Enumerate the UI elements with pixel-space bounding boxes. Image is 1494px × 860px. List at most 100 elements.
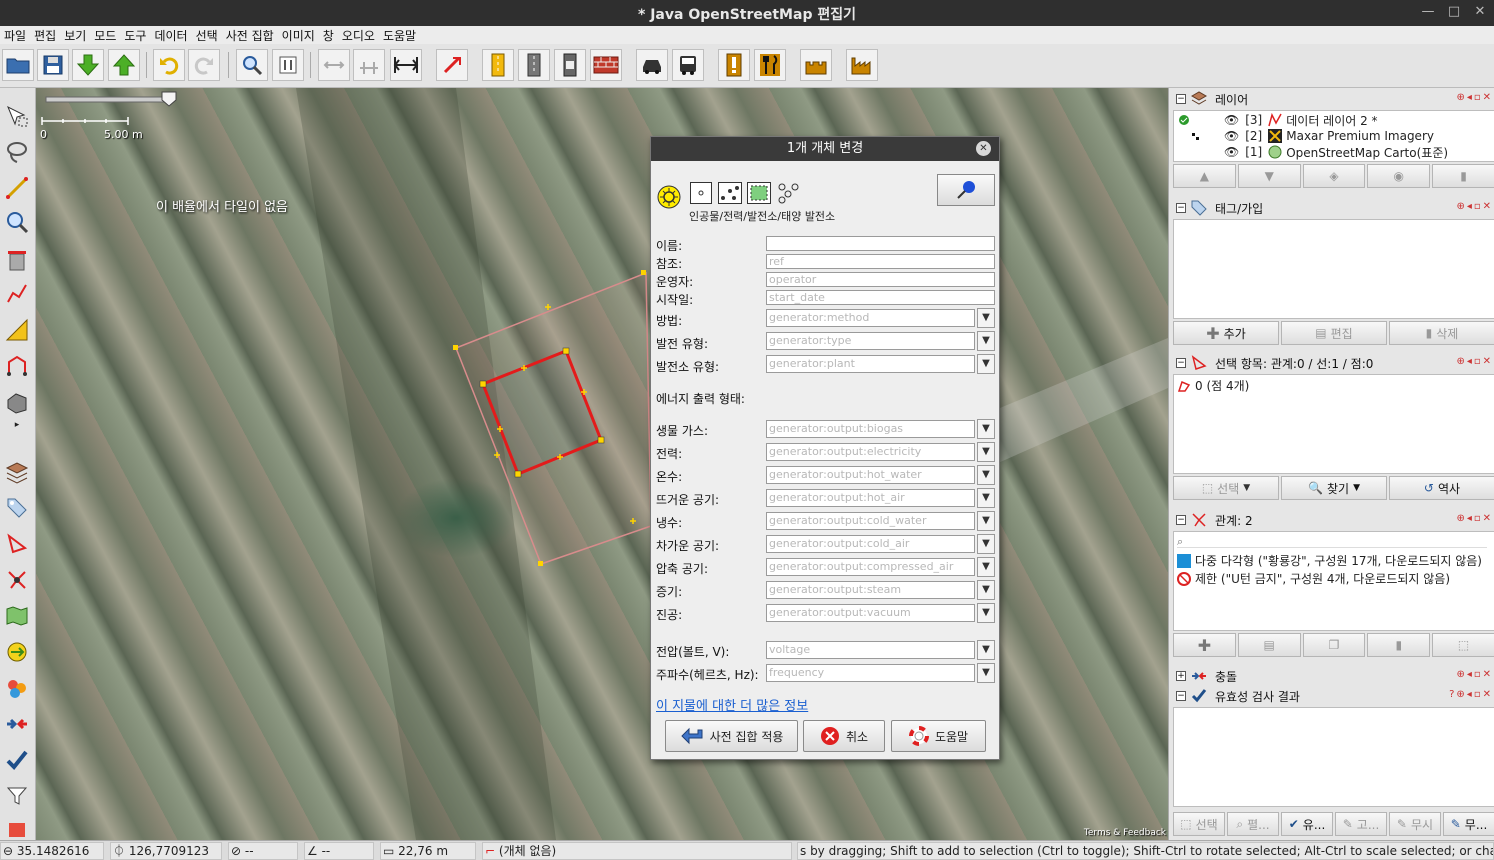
toggle-notes-button[interactable] — [3, 818, 31, 838]
hot-water-combo-text[interactable]: generator:output:hot_water — [766, 466, 975, 484]
menu-imagery[interactable]: 이미지 — [278, 26, 319, 44]
panel-window-icons[interactable]: ⊕◂▫✕ — [1456, 669, 1493, 680]
ignore-more-button[interactable]: ✎ 무... — [1443, 812, 1494, 836]
cancel-button[interactable]: 취소 — [803, 720, 885, 752]
add-tag-button[interactable]: ✚ 추가 — [1173, 321, 1279, 345]
menu-tools[interactable]: 도구 — [120, 26, 150, 44]
vacuum-combo[interactable]: generator:output:vacuum ▼ — [766, 602, 995, 623]
align-in-line-button[interactable] — [318, 49, 350, 81]
electricity-combo-text[interactable]: generator:output:electricity — [766, 443, 975, 461]
close-window-button[interactable]: ✕ — [1470, 3, 1490, 21]
zoom-mode-button[interactable] — [3, 208, 31, 236]
collapse-toggle[interactable]: − — [1176, 515, 1186, 525]
preset-track-button[interactable] — [518, 49, 550, 81]
split-way-button[interactable] — [436, 49, 468, 81]
chevron-down-icon[interactable]: ▼ — [977, 442, 995, 462]
chevron-down-icon[interactable]: ▼ — [1353, 483, 1360, 493]
chevron-down-icon[interactable]: ▼ — [977, 580, 995, 600]
toggle-validator-button[interactable] — [3, 746, 31, 774]
eye-icon[interactable]: 👁 — [1224, 129, 1239, 143]
chevron-down-icon[interactable]: ▼ — [1243, 483, 1250, 493]
expand-toggle[interactable]: + — [1176, 671, 1186, 681]
ref-input[interactable]: ref — [766, 254, 995, 269]
preset-hazard-button[interactable] — [718, 49, 750, 81]
chevron-down-icon[interactable]: ▼ — [977, 465, 995, 485]
save-button[interactable] — [37, 49, 69, 81]
eye-icon[interactable]: 👁 — [1224, 145, 1239, 159]
menu-mode[interactable]: 모드 — [90, 26, 120, 44]
hot-air-combo-text[interactable]: generator:output:hot_air — [766, 489, 975, 507]
hot-air-combo[interactable]: generator:output:hot_air ▼ — [766, 487, 995, 508]
dialog-close-button[interactable]: ✕ — [976, 141, 991, 156]
method-combo-text[interactable]: generator:method — [766, 309, 975, 327]
help-button[interactable]: 도움말 — [891, 720, 986, 752]
method-combo[interactable]: generator:method ▼ — [766, 307, 995, 328]
chevron-down-icon[interactable]: ▼ — [977, 419, 995, 439]
toggle-changeset-button[interactable] — [3, 638, 31, 666]
chevron-down-icon[interactable]: ▼ — [977, 354, 995, 374]
terms-link[interactable]: Terms & Feedback — [1084, 828, 1166, 838]
cold-air-combo-text[interactable]: generator:output:cold_air — [766, 535, 975, 553]
delete-relation-button[interactable]: ▮ — [1367, 633, 1431, 657]
chevron-down-icon[interactable]: ▼ — [977, 640, 995, 660]
zoom-slider-thumb[interactable] — [161, 91, 177, 107]
collapse-toggle[interactable]: − — [1176, 94, 1186, 104]
preset-restaurant-button[interactable] — [754, 49, 786, 81]
ignore-button[interactable]: ✎ 무시 — [1389, 812, 1441, 836]
select-button[interactable]: ⬚ 선택 ▼ — [1173, 476, 1279, 500]
distribute-button[interactable] — [353, 49, 385, 81]
layer-row[interactable]: 👁 [1] OpenStreetMap Carto(표준) — [1224, 144, 1448, 160]
compressed-air-combo-text[interactable]: generator:output:compressed_air — [766, 558, 975, 576]
toggle-selection-button[interactable] — [3, 530, 31, 558]
minimize-button[interactable]: — — [1418, 3, 1438, 21]
toggle-map-paint-button[interactable] — [3, 602, 31, 630]
collapse-toggle[interactable]: − — [1176, 203, 1186, 213]
operator-input[interactable]: operator — [766, 272, 995, 287]
cold-water-combo[interactable]: generator:output:cold_water ▼ — [766, 510, 995, 531]
history-button[interactable]: ↺ 역사 — [1389, 476, 1494, 500]
electricity-combo[interactable]: generator:output:electricity ▼ — [766, 441, 995, 462]
list-item[interactable]: 0 (점 4개) — [1177, 377, 1249, 394]
visibility-button[interactable]: ◉ — [1367, 164, 1431, 188]
biogas-combo-text[interactable]: generator:output:biogas — [766, 420, 975, 438]
voltage-combo[interactable]: voltage ▼ — [766, 639, 995, 660]
layer-row[interactable]: 👁 [3] 데이터 레이어 2 * — [1224, 112, 1378, 128]
plant-type-combo-text[interactable]: generator:plant — [766, 355, 975, 373]
collapse-toggle[interactable]: − — [1176, 691, 1186, 701]
preset-highway-button[interactable] — [482, 49, 514, 81]
plant-type-combo[interactable]: generator:plant ▼ — [766, 353, 995, 374]
preset-bus-button[interactable] — [672, 49, 704, 81]
layer-row[interactable]: 👁 [2] Maxar Premium Imagery — [1224, 128, 1434, 144]
validation-select-button[interactable]: ⬚ 선택 — [1173, 812, 1225, 836]
list-item[interactable]: 제한 ("U턴 금지", 구성원 4개, 다운로드되지 않음) — [1177, 570, 1450, 587]
preset-car-button[interactable] — [636, 49, 668, 81]
toggle-filter-button[interactable] — [3, 782, 31, 810]
duplicate-relation-button[interactable]: ❐ — [1302, 633, 1366, 657]
add-relation-button[interactable]: ✚ — [1173, 633, 1236, 657]
chevron-down-icon[interactable]: ▼ — [977, 331, 995, 351]
preset-industrial-button[interactable] — [846, 49, 878, 81]
edit-tag-button[interactable]: ▤ 편집 — [1281, 321, 1387, 345]
relation-filter-input[interactable]: ⌕ — [1177, 534, 1487, 548]
cold-water-combo-text[interactable]: generator:output:cold_water — [766, 512, 975, 530]
biogas-combo[interactable]: generator:output:biogas ▼ — [766, 418, 995, 439]
collapse-toggle[interactable]: − — [1176, 358, 1186, 368]
steam-combo[interactable]: generator:output:steam ▼ — [766, 579, 995, 600]
menu-audio[interactable]: 오디오 — [338, 26, 379, 44]
panel-window-icons[interactable]: ⊕◂▫✕ — [1456, 201, 1493, 212]
improve-way-button[interactable] — [3, 280, 31, 308]
apply-preset-button[interactable]: 사전 집합 적용 — [665, 720, 798, 752]
panel-window-icons[interactable]: ⊕◂▫✕ — [1456, 92, 1493, 103]
steam-combo-text[interactable]: generator:output:steam — [766, 581, 975, 599]
tags-panel-header[interactable]: − 태그/가입 ⊕◂▫✕ — [1173, 198, 1494, 218]
menu-presets[interactable]: 사전 집합 — [222, 26, 278, 44]
relations-panel-header[interactable]: − 관계: 2 ⊕◂▫✕ — [1173, 510, 1494, 530]
delete-mode-button[interactable] — [3, 246, 31, 274]
reverse-way-button[interactable] — [390, 49, 422, 81]
chevron-down-icon[interactable]: ▼ — [977, 534, 995, 554]
menu-view[interactable]: 보기 — [60, 26, 90, 44]
menu-data[interactable]: 데이터 — [150, 26, 191, 44]
toggle-layers-button[interactable] — [3, 458, 31, 486]
preset-castle-button[interactable] — [800, 49, 832, 81]
panel-window-icons[interactable]: ?⊕◂▫✕ — [1449, 689, 1493, 700]
